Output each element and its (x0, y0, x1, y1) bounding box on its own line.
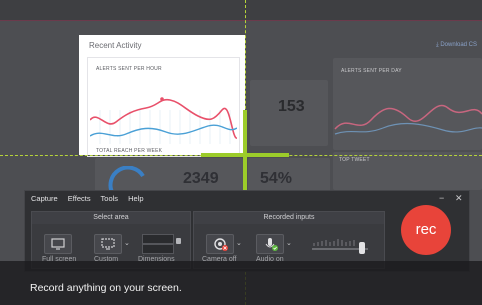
download-link[interactable]: ⤓ Download CS (436, 42, 477, 49)
audio-dropdown-chevron-icon[interactable]: ⌄ (286, 239, 292, 247)
menu-effects[interactable]: Effects (68, 194, 91, 203)
recorder-toolbar: Capture Effects Tools Help − ✕ Select ar… (24, 190, 470, 272)
top-tweet-card: TOP TWEET (333, 152, 482, 190)
recent-activity-card: Recent Activity ALERTS SENT PER HOUR TOT… (79, 35, 245, 157)
recent-activity-inner: ALERTS SENT PER HOUR TOTAL REACH PER WEE… (87, 57, 240, 157)
record-button[interactable]: rec (401, 205, 451, 255)
lock-icon[interactable] (176, 238, 181, 244)
microphone-on-icon (265, 238, 278, 251)
width-field[interactable] (142, 234, 174, 244)
close-button[interactable]: ✕ (455, 193, 463, 204)
caption-bar: Record anything on your screen. (0, 261, 482, 305)
custom-area-button[interactable] (94, 234, 122, 254)
custom-monitor-icon (101, 238, 115, 250)
audio-toggle-button[interactable] (256, 234, 284, 254)
alerts-per-day-chart (334, 104, 482, 135)
caption-text: Record anything on your screen. (30, 282, 182, 294)
camera-off-icon (214, 238, 228, 251)
alerts-per-day-card: ALERTS SENT PER DAY (333, 58, 482, 150)
menu-capture[interactable]: Capture (31, 194, 58, 203)
metric-value: 153 (278, 98, 305, 115)
custom-dropdown-chevron-icon[interactable]: ⌄ (124, 239, 130, 247)
menu-help[interactable]: Help (128, 194, 143, 203)
metric-card-54: 54% (248, 158, 330, 192)
menu-tools[interactable]: Tools (101, 194, 119, 203)
metric-value: 54% (260, 170, 293, 187)
select-area-title: Select area (32, 212, 190, 224)
total-reach-title: TOTAL REACH PER WEEK (96, 148, 163, 154)
monitor-icon (51, 238, 65, 250)
top-bar (0, 0, 482, 21)
recorded-inputs-title: Recorded inputs (194, 212, 384, 224)
volume-slider-handle[interactable] (359, 242, 365, 254)
height-field[interactable] (142, 244, 174, 254)
full-screen-button[interactable] (44, 234, 72, 254)
alerts-per-hour-title: ALERTS SENT PER HOUR (96, 66, 162, 72)
camera-toggle-button[interactable] (206, 234, 234, 254)
metric-value: 2349 (183, 170, 219, 187)
alerts-per-day-title: ALERTS SENT PER DAY (341, 68, 402, 74)
recorder-menu: Capture Effects Tools Help (31, 194, 152, 203)
camera-dropdown-chevron-icon[interactable]: ⌄ (236, 239, 242, 247)
download-link-label: Download CS (440, 42, 478, 48)
top-tweet-title: TOP TWEET (339, 157, 370, 163)
alerts-per-hour-chart (90, 97, 237, 144)
minimize-button[interactable]: − (439, 193, 444, 203)
crosshair-vertical[interactable] (243, 110, 247, 202)
metric-card-153: 153 (250, 80, 328, 146)
recent-activity-title: Recent Activity (89, 41, 142, 50)
metric-card-2349: 2349 (95, 158, 243, 196)
